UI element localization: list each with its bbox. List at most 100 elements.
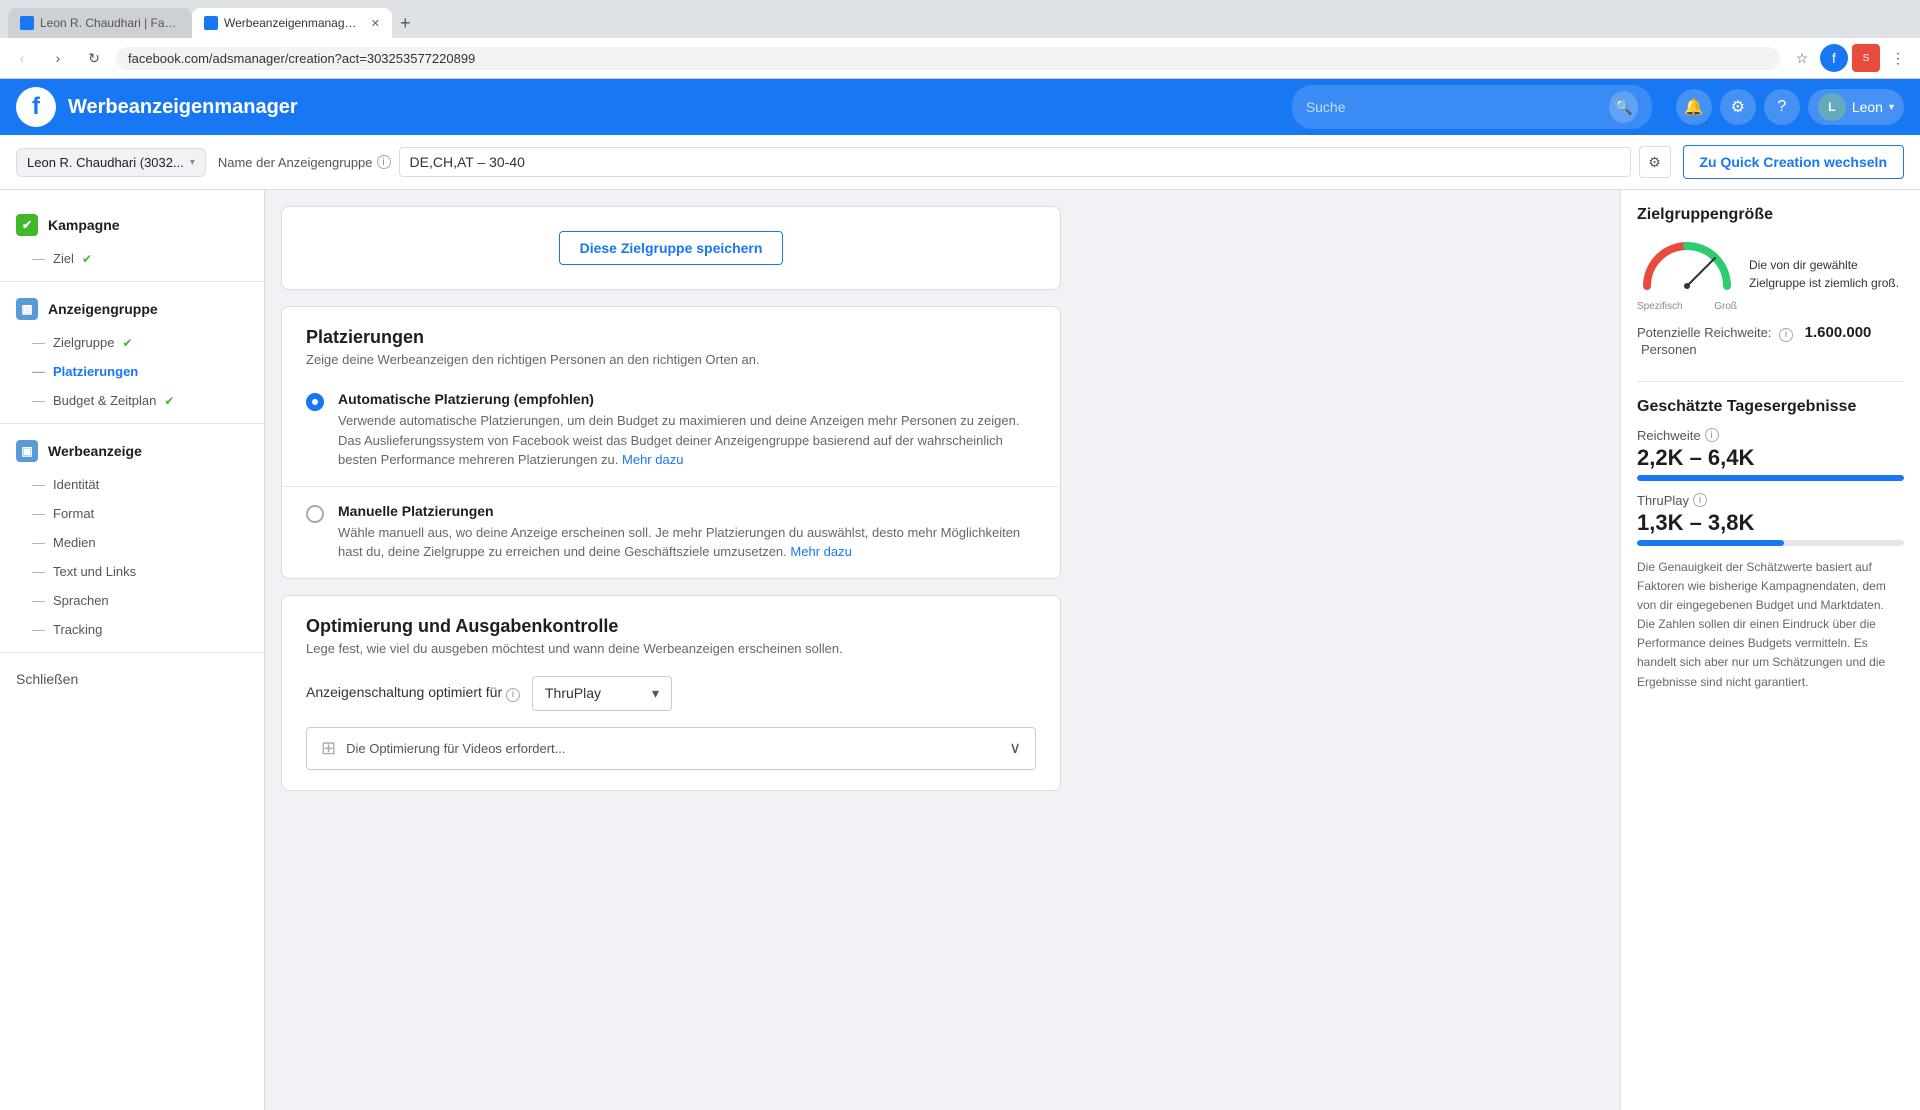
sidebar-item-ziel[interactable]: — Ziel ✔ [0,244,264,273]
medien-label: Medien [53,535,96,550]
user-chevron: ▾ [1889,102,1894,113]
save-audience-btn[interactable]: Diese Zielgruppe speichern [559,231,784,265]
stat-thruplay-value: 1,3K – 3,8K [1637,510,1904,536]
sidebar: ✔ Kampagne — Ziel ✔ ▦ Anzeigengruppe — Z… [0,190,265,1110]
placement-auto-desc: Verwende automatische Platzierungen, um … [338,411,1036,470]
save-audience-card: Diese Zielgruppe speichern [281,206,1061,290]
audience-size-section: Zielgruppengröße Spezifisch Groß [1637,206,1904,357]
quick-creation-btn[interactable]: Zu Quick Creation wechseln [1683,145,1905,179]
reload-btn[interactable]: ↻ [80,44,108,72]
radio-manual[interactable] [306,505,324,523]
budget-check: ✔ [164,394,174,408]
sidebar-section-anzeigengruppe: ▦ Anzeigengruppe — Zielgruppe ✔ — Platzi… [0,290,264,415]
sidebar-anzeigengruppe-header[interactable]: ▦ Anzeigengruppe [0,290,264,328]
sidebar-item-identitaet[interactable]: — Identität [0,470,264,499]
account-selector[interactable]: Leon R. Chaudhari (3032... ▾ [16,148,206,177]
main-layout: ✔ Kampagne — Ziel ✔ ▦ Anzeigengruppe — Z… [0,190,1920,1110]
fb-search-input[interactable] [1306,99,1602,115]
optimization-expand-row[interactable]: ⊞ Die Optimierung für Videos erfordert..… [306,727,1036,770]
optimization-card: Optimierung und Ausgabenkontrolle Lege f… [281,595,1061,791]
placement-option-auto[interactable]: Automatische Platzierung (empfohlen) Ver… [282,375,1060,486]
sidebar-section-werbeanzeige: ▣ Werbeanzeige — Identität — Format — Me… [0,432,264,644]
sidebar-item-zielgruppe[interactable]: — Zielgruppe ✔ [0,328,264,357]
placement-text-auto: Automatische Platzierung (empfohlen) Ver… [338,391,1036,470]
browser-tab-1[interactable]: Leon R. Chaudhari | Facebook [8,8,192,38]
reach-label: Potenzielle Reichweite: [1637,325,1771,340]
sidebar-kampagne-header[interactable]: ✔ Kampagne [0,206,264,244]
sprachen-label: Sprachen [53,593,109,608]
placements-title: Platzierungen [306,327,1036,348]
user-avatar: L [1818,93,1846,121]
adgroup-label: Name der Anzeigengruppe i [218,155,391,170]
placement-manual-title: Manuelle Platzierungen [338,503,1036,519]
tab-close-btn[interactable]: ✕ [371,17,380,30]
bookmark-icon[interactable]: ☆ [1788,44,1816,72]
werbeanzeige-icon: ▣ [16,440,38,462]
fb-search-btn[interactable]: 🔍 [1609,91,1637,123]
forward-btn[interactable]: › [44,44,72,72]
budget-label: Budget & Zeitplan [53,393,156,408]
zielgruppe-label: Zielgruppe [53,335,114,350]
sidebar-item-sprachen[interactable]: — Sprachen [0,586,264,615]
expand-chevron-btn[interactable]: ∨ [1009,738,1021,758]
extension-icon2[interactable]: ⋮ [1884,44,1912,72]
sidebar-item-format[interactable]: — Format [0,499,264,528]
anzeigengruppe-icon: ▦ [16,298,38,320]
fb-search-bar[interactable]: 🔍 [1292,85,1652,129]
format-label: Format [53,506,94,521]
right-panel-divider [1637,381,1904,382]
tab-favicon-1 [20,16,34,30]
ziel-label: Ziel [53,251,74,266]
radio-auto[interactable] [306,393,324,411]
placements-card: Platzierungen Zeige deine Werbeanzeigen … [281,306,1061,579]
identitaet-label: Identität [53,477,99,492]
sprachen-dash: — [32,593,45,608]
adgroup-name-input[interactable] [399,147,1631,177]
profile-icon[interactable]: f [1820,44,1848,72]
fb-app-title: Werbeanzeigenmanager [68,96,298,119]
placement-auto-link[interactable]: Mehr dazu [622,452,683,467]
notification-btn[interactable]: 🔔 [1676,89,1712,125]
ziel-dash: — [32,251,45,266]
werbeanzeige-label: Werbeanzeige [48,443,142,459]
thruplay-info[interactable]: i [1693,493,1707,507]
reach-row: Potenzielle Reichweite: i 1.600.000 Pers… [1637,324,1904,357]
sidebar-divider-3 [0,652,264,653]
reach-info-icon[interactable]: i [1779,328,1793,342]
reach-value: 1.600.000 [1805,324,1872,341]
address-bar[interactable]: facebook.com/adsmanager/creation?act=303… [116,47,1780,70]
platzierungen-label: Platzierungen [53,364,138,379]
platzierungen-dash: — [32,364,45,379]
adgroup-info-icon[interactable]: i [377,155,391,169]
header-bar: Leon R. Chaudhari (3032... ▾ Name der An… [0,135,1920,190]
sidebar-item-budget[interactable]: — Budget & Zeitplan ✔ [0,386,264,415]
reichweite-info[interactable]: i [1705,428,1719,442]
sidebar-item-platzierungen[interactable]: — Platzierungen [0,357,264,386]
fb-logo: f [16,87,56,127]
new-tab-btn[interactable]: + [392,9,419,38]
browser-tabs: Leon R. Chaudhari | Facebook Werbeanzeig… [0,0,1920,38]
text-links-dash: — [32,564,45,579]
sidebar-item-text-links[interactable]: — Text und Links [0,557,264,586]
fb-appbar-right: 🔔 ⚙ ? L Leon ▾ [1676,89,1904,125]
gauge-wrapper: Spezifisch Groß [1637,236,1737,312]
placement-option-manual[interactable]: Manuelle Platzierungen Wähle manuell aus… [282,487,1060,578]
optimization-info-icon[interactable]: i [506,688,520,702]
sidebar-werbeanzeige-header[interactable]: ▣ Werbeanzeige [0,432,264,470]
placement-manual-link[interactable]: Mehr dazu [790,544,851,559]
close-btn[interactable]: Schließen [0,661,264,697]
sidebar-item-tracking[interactable]: — Tracking [0,615,264,644]
thruplay-bar-fill [1637,540,1784,546]
tracking-dash: — [32,622,45,637]
back-btn[interactable]: ‹ [8,44,36,72]
optimization-dropdown[interactable]: ThruPlay ▾ [532,676,672,711]
settings-btn[interactable]: ⚙ [1720,89,1756,125]
extension-icon1[interactable]: S [1852,44,1880,72]
gauge-label-right: Groß [1714,301,1737,312]
browser-tab-2[interactable]: Werbeanzeigenmanager - Cre... ✕ [192,8,392,38]
help-btn[interactable]: ? [1764,89,1800,125]
adgroup-gear-btn[interactable]: ⚙ [1639,146,1671,178]
daily-results-note: Die Genauigkeit der Schätzwerte basiert … [1637,558,1904,692]
sidebar-item-medien[interactable]: — Medien [0,528,264,557]
user-btn[interactable]: L Leon ▾ [1808,89,1904,125]
